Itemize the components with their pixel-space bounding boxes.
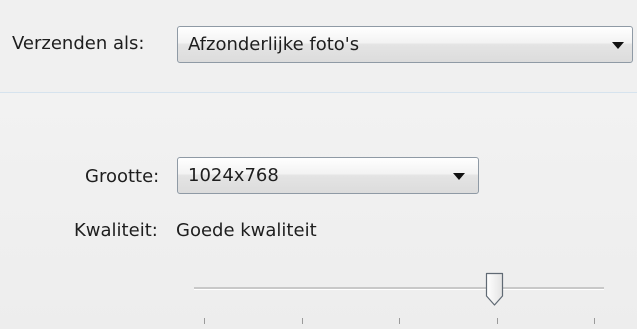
slider-tick (204, 318, 205, 324)
slider-tick (399, 318, 400, 324)
chevron-down-icon (453, 173, 465, 180)
quality-slider[interactable] (194, 270, 604, 329)
slider-tick (497, 318, 498, 324)
size-value: 1024x768 (188, 165, 279, 186)
slider-tick (594, 318, 595, 324)
send-as-dropdown[interactable]: Afzonderlijke foto's (177, 26, 633, 63)
send-as-label: Verzenden als: (12, 33, 145, 54)
size-label: Grootte: (85, 166, 160, 187)
quality-value: Goede kwaliteit (176, 220, 317, 241)
send-as-value: Afzonderlijke foto's (188, 34, 360, 55)
slider-track (194, 287, 604, 290)
chevron-down-icon (612, 42, 624, 49)
slider-thumb[interactable] (485, 272, 504, 307)
size-dropdown[interactable]: 1024x768 (177, 157, 479, 194)
quality-label: Kwaliteit: (74, 220, 158, 241)
send-as-section: Verzenden als: Afzonderlijke foto's (0, 0, 637, 92)
slider-tick (302, 318, 303, 324)
send-options-panel: Verzenden als: Afzonderlijke foto's Groo… (0, 0, 637, 329)
